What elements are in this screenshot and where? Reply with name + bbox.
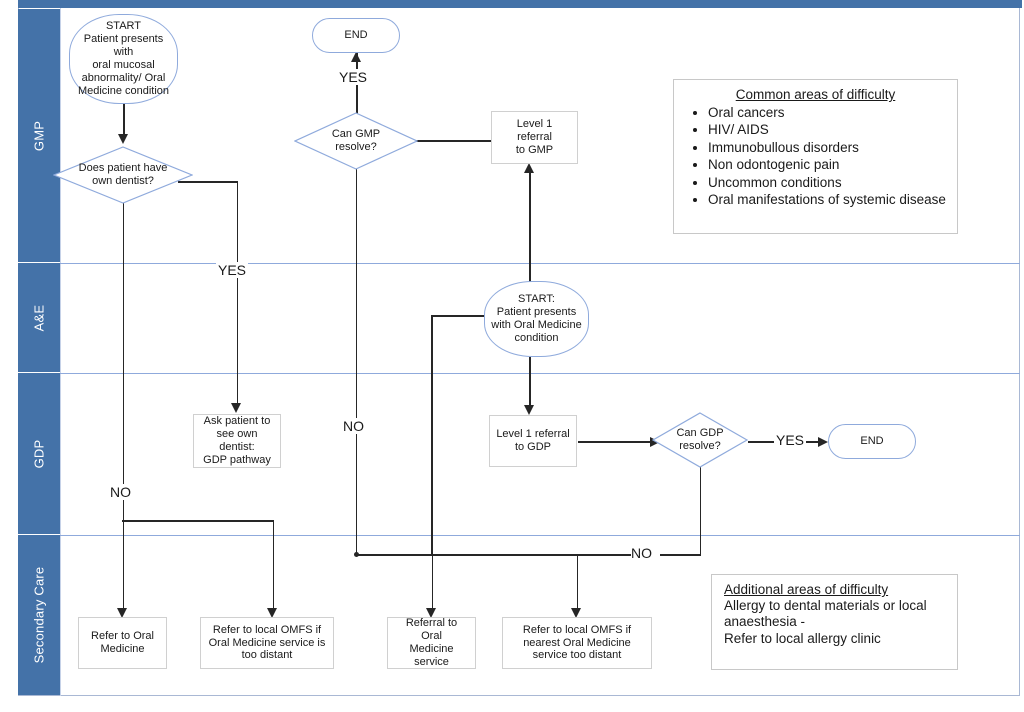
- lane-header-gdp: GDP: [18, 373, 60, 535]
- lane-label-secondary-care: Secondary Care: [31, 566, 47, 664]
- node-decision-can-gdp-resolve[interactable]: Can GDP resolve?: [652, 412, 748, 468]
- edge-label-gmp-resolve-yes: YES: [337, 69, 370, 85]
- node-refer-to-local-omfs-distant-text: Refer to local OMFS if Oral Medicine ser…: [208, 623, 326, 662]
- note-additional-line: Allergy to dental materials or local: [724, 597, 927, 613]
- list-item: Oral manifestations of systemic disease: [708, 192, 949, 208]
- node-referral-to-oral-medicine-service-text: Referral to Oral Medicine service: [405, 617, 458, 668]
- connector-dentist-no-vertical: [122, 203, 125, 521]
- list-item: Immunobullous disorders: [708, 140, 949, 156]
- node-refer-to-oral-medicine-text: Refer to Oral Medicine: [91, 630, 154, 655]
- node-refer-to-local-omfs-nearest[interactable]: Refer to local OMFS if nearest Oral Medi…: [502, 617, 652, 669]
- lane-header-gmp: GMP: [18, 9, 60, 263]
- edge-label-dentist-yes: YES: [216, 262, 249, 278]
- node-referral-to-oral-medicine-service[interactable]: Referral to Oral Medicine service: [387, 617, 476, 669]
- arrowhead-to-end-top: [350, 52, 361, 62]
- arrowhead-to-end-gdp: [818, 436, 828, 447]
- node-end-gdp[interactable]: END: [828, 424, 916, 459]
- note-additional-title: Additional areas of difficulty: [724, 582, 889, 597]
- connector-gmp-resolve-yes: [356, 53, 358, 120]
- lane-divider-gmp-ae: [60, 263, 1020, 264]
- note-additional-line: Refer to local allergy clinic: [724, 630, 881, 646]
- lane-header-ae: A&E: [18, 263, 60, 373]
- arrowhead-to-level1gmp: [523, 163, 534, 173]
- connector-secondary-care-bus: [431, 554, 631, 556]
- connector-startae-to-level1gdp: [529, 357, 531, 411]
- connector-startae-left-vertical: [431, 315, 433, 555]
- node-refer-to-local-omfs-distant[interactable]: Refer to local OMFS if Oral Medicine ser…: [200, 617, 334, 669]
- connector-bus-left-segment: [355, 554, 433, 556]
- node-start-ae-text: START: Patient presents with Oral Medici…: [491, 293, 582, 344]
- node-level1-referral-to-gdp[interactable]: Level 1 referral to GDP: [489, 415, 577, 467]
- connector-gdp-no-vertical: [699, 466, 702, 555]
- node-decision-can-gdp-resolve-text: Can GDP resolve?: [676, 427, 724, 452]
- node-end-gdp-text: END: [860, 435, 884, 448]
- connector-dentist-no-horizontal: [122, 520, 274, 522]
- node-ask-patient-see-own-dentist-text: Ask patient to see own dentist: GDP path…: [203, 415, 271, 466]
- node-decision-does-patient-have-own-dentist[interactable]: Does patient have own dentist?: [53, 146, 193, 204]
- edge-label-gmp-resolve-no: NO: [341, 418, 366, 434]
- lane-label-gmp: GMP: [31, 120, 47, 151]
- note-common-list: Oral cancers HIV/ AIDS Immunobullous dis…: [682, 105, 949, 209]
- node-decision-can-gmp-resolve[interactable]: Can GMP resolve?: [294, 112, 418, 170]
- list-item: Non odontogenic pain: [708, 157, 949, 173]
- list-item: Oral cancers: [708, 105, 949, 121]
- edge-label-gdp-resolve-yes: YES: [774, 432, 807, 448]
- node-end-top-text: END: [344, 29, 368, 42]
- lane-label-ae: A&E: [31, 304, 47, 331]
- note-common-title: Common areas of difficulty: [735, 87, 896, 102]
- node-start-gmp[interactable]: START Patient presents with oral mucosal…: [69, 14, 178, 104]
- node-refer-to-local-omfs-nearest-text: Refer to local OMFS if nearest Oral Medi…: [522, 623, 632, 662]
- connector-dentist-yes-vertical: [236, 181, 239, 409]
- node-decision-does-patient-have-own-dentist-text: Does patient have own dentist?: [78, 162, 168, 187]
- arrowhead-to-dentist-decision: [117, 134, 128, 144]
- node-start-ae[interactable]: START: Patient presents with Oral Medici…: [484, 281, 589, 357]
- lane-label-gdp: GDP: [31, 439, 47, 468]
- lane-divider-ae-gdp: [60, 373, 1020, 374]
- node-level1-referral-to-gmp-text: Level 1 referral to GMP: [515, 118, 554, 156]
- edge-label-dentist-no: NO: [108, 484, 133, 500]
- edge-label-gdp-resolve-no: NO: [629, 545, 654, 561]
- node-refer-to-oral-medicine[interactable]: Refer to Oral Medicine: [78, 617, 167, 669]
- node-level1-referral-to-gdp-text: Level 1 referral to GDP: [496, 428, 570, 453]
- connector-gmp-resolve-no: [355, 161, 358, 554]
- node-decision-can-gmp-resolve-text: Can GMP resolve?: [331, 128, 381, 153]
- lane-header-separator: [60, 8, 61, 696]
- node-start-gmp-text: START Patient presents with oral mucosal…: [77, 20, 170, 97]
- list-item: Uncommon conditions: [708, 175, 949, 191]
- connector-to-refer-omfs-nearest: [576, 554, 579, 614]
- lane-header-secondary-care: Secondary Care: [18, 535, 60, 695]
- list-item: HIV/ AIDS: [708, 122, 949, 138]
- note-additional-line: anaesthesia -: [724, 614, 806, 630]
- connector-to-refer-omfs-distant: [272, 520, 275, 614]
- arrowhead-to-level1gdp: [523, 405, 534, 415]
- note-common-areas-of-difficulty: Common areas of difficulty Oral cancers …: [673, 79, 958, 234]
- node-end-top[interactable]: END: [312, 18, 400, 53]
- connector-gdp-no-horizontal-right: [660, 554, 701, 556]
- node-level1-referral-to-gmp[interactable]: Level 1 referral to GMP: [491, 111, 578, 164]
- connector-to-referral-om-service: [431, 554, 434, 614]
- node-ask-patient-see-own-dentist[interactable]: Ask patient to see own dentist: GDP path…: [193, 414, 281, 468]
- connector-level1gdp-to-gdp-decision: [578, 441, 652, 443]
- connector-startae-to-level1gmp: [529, 170, 531, 286]
- lane-divider-gdp-secondary: [60, 535, 1020, 536]
- note-additional-areas-of-difficulty: Additional areas of difficulty Allergy t…: [711, 574, 958, 670]
- arrowhead-to-ask-patient: [231, 403, 241, 413]
- flowchart-canvas: GMP A&E GDP Secondary Care YES YES NO NO: [0, 0, 1024, 712]
- header-accent-bar: [18, 0, 1022, 8]
- connector-to-refer-oral-medicine: [122, 520, 125, 614]
